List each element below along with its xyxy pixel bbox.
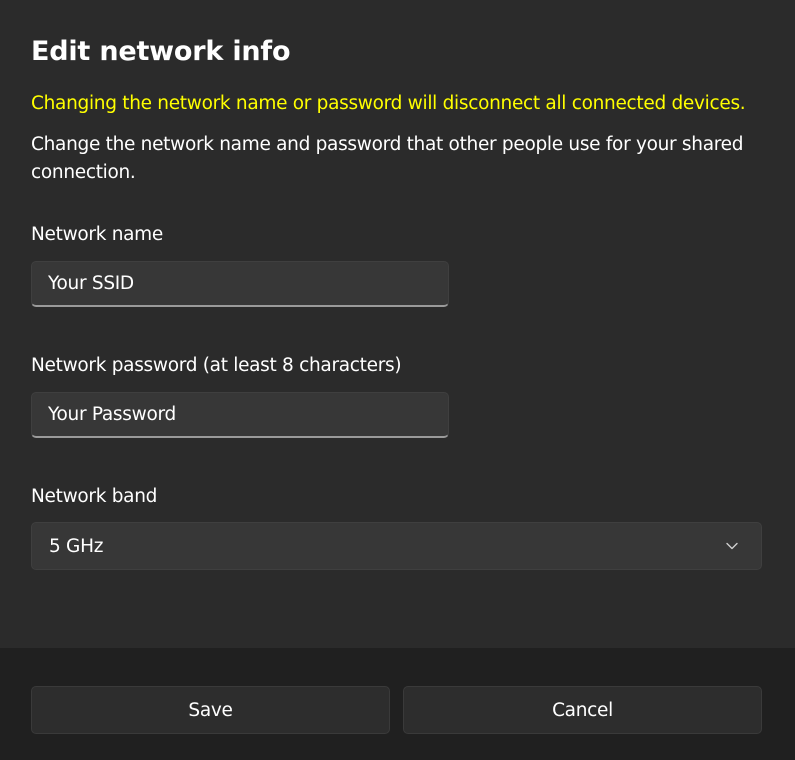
network-password-input[interactable]: Your Password xyxy=(31,392,449,438)
warning-message: Changing the network name or password wi… xyxy=(31,93,746,114)
chevron-down-icon xyxy=(726,542,738,550)
network-password-value: Your Password xyxy=(48,404,176,425)
dialog-footer: Save Cancel xyxy=(0,648,795,760)
dialog-title: Edit network info xyxy=(31,36,291,67)
network-band-dropdown[interactable]: 5 GHz xyxy=(31,522,762,570)
dialog-description: Change the network name and password tha… xyxy=(31,134,744,183)
network-band-label: Network band xyxy=(31,486,158,507)
network-name-input[interactable]: Your SSID xyxy=(31,261,449,307)
network-name-value: Your SSID xyxy=(48,273,134,294)
dialog-content: Edit network info Changing the network n… xyxy=(0,0,795,648)
edit-network-dialog: Edit network info Changing the network n… xyxy=(0,0,795,760)
network-name-label: Network name xyxy=(31,224,163,245)
cancel-button[interactable]: Cancel xyxy=(403,686,762,734)
network-band-selected: 5 GHz xyxy=(49,535,104,557)
save-button[interactable]: Save xyxy=(31,686,390,734)
network-password-label: Network password (at least 8 characters) xyxy=(31,355,402,376)
